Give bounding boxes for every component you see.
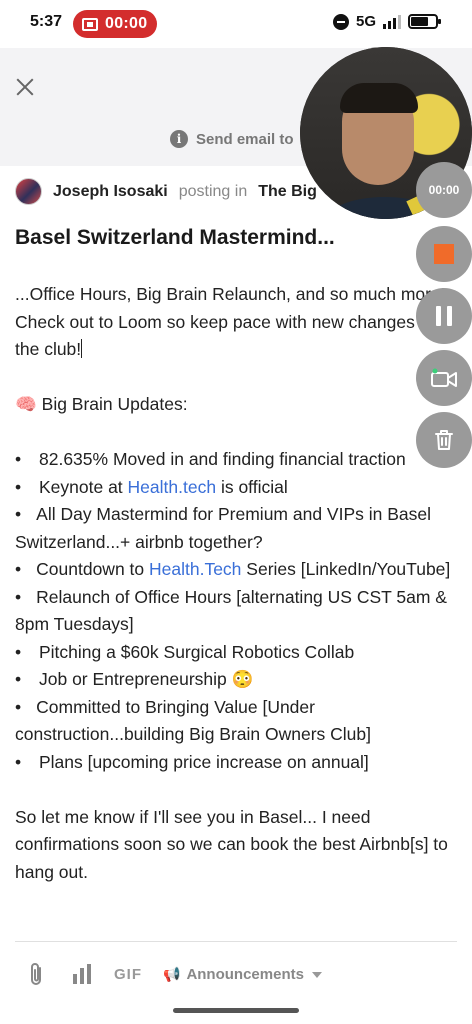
toolbar-divider: [15, 941, 457, 942]
pause-icon: [436, 306, 452, 326]
health-tech-series-link[interactable]: Health.Tech: [149, 559, 241, 579]
do-not-disturb-icon: [332, 13, 349, 30]
list-item: • Committed to Bringing Value [Under cons…: [15, 696, 372, 745]
email-notice[interactable]: i Send email to: [170, 130, 294, 148]
info-icon: i: [170, 130, 188, 148]
author-name: Joseph Isosaki: [53, 182, 168, 200]
list-item: • Relaunch of Office Hours [alternating U…: [15, 586, 447, 635]
email-notice-text: Send email to: [196, 130, 294, 148]
loom-stop-button[interactable]: [416, 226, 472, 282]
list-item: • 82.635% Moved in and finding financial …: [15, 449, 406, 469]
author-row: Joseph Isosaki posting in The Big: [15, 178, 317, 205]
recording-time: 00:00: [105, 15, 148, 32]
updates-list: • 82.635% Moved in and finding financial …: [15, 446, 455, 776]
post-title-input[interactable]: Basel Switzerland Mastermind...: [15, 226, 335, 250]
loom-timer: 00:00: [416, 162, 472, 218]
list-item: • Plans [upcoming price increase on annua…: [15, 751, 369, 772]
stop-icon: [434, 244, 454, 264]
text-cursor: [81, 339, 83, 358]
loom-camera-button[interactable]: [416, 350, 472, 406]
poll-icon[interactable]: [73, 964, 91, 984]
home-indicator[interactable]: [173, 1008, 299, 1013]
list-item: • Countdown to Health.Tech Series [Linked…: [15, 559, 451, 579]
battery-icon: [408, 14, 441, 29]
gif-button[interactable]: GIF: [114, 966, 142, 983]
screen-record-icon: [82, 17, 98, 31]
channel-label: Announcements: [186, 966, 304, 983]
updates-heading: 🧠 Big Brain Updates:: [15, 394, 188, 414]
close-icon[interactable]: [14, 76, 36, 98]
list-item: • Keynote at Health.tech is official: [15, 476, 288, 497]
camera-icon: [431, 368, 457, 387]
screen-recording-indicator[interactable]: 00:00: [73, 10, 157, 38]
post-closing: So let me know if I'll see you in Basel.…: [15, 806, 448, 882]
status-bar: 5:37 00:00 5G: [0, 0, 472, 48]
network-type: 5G: [355, 13, 376, 30]
loom-delete-button[interactable]: [416, 412, 472, 468]
list-item: • All Day Mastermind for Premium and VIPs…: [15, 504, 432, 552]
megaphone-icon: 📢: [163, 966, 181, 982]
channel-selector[interactable]: 📢 Announcements: [163, 966, 322, 983]
list-item: • Pitching a $60k Surgical Robotics Colla…: [15, 641, 355, 662]
posting-in-label: posting in: [178, 182, 248, 200]
post-intro: ...Office Hours, Big Brain Relaunch, and…: [15, 284, 446, 359]
health-tech-link[interactable]: Health.tech: [128, 477, 217, 497]
loom-pause-button[interactable]: [416, 288, 472, 344]
chevron-down-icon: [311, 971, 322, 978]
attachment-icon[interactable]: [28, 962, 46, 988]
trash-icon: [435, 430, 453, 450]
status-icons: 5G: [332, 13, 441, 30]
list-item: • Job or Entrepreneurship 😳: [15, 669, 254, 689]
post-body-editor[interactable]: ...Office Hours, Big Brain Relaunch, and…: [15, 281, 455, 914]
compose-toolbar: GIF 📢 Announcements: [0, 958, 472, 994]
signal-icon: [383, 14, 401, 29]
avatar: [15, 178, 42, 205]
status-time: 5:37: [30, 13, 63, 30]
